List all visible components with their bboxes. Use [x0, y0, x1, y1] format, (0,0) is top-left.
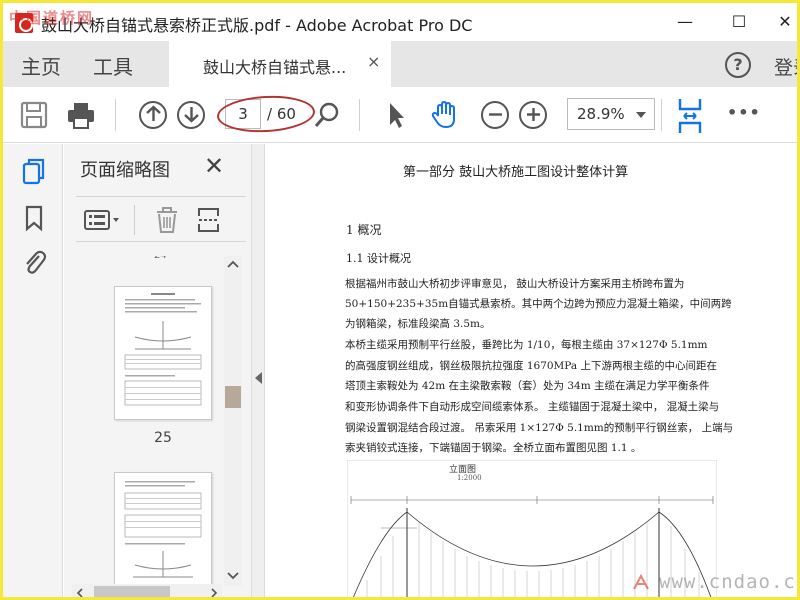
body-text-line: 本桥主缆采用预制平行丝股，垂跨比为 1/10，每根主缆由 37×127Φ 5.1… — [345, 339, 708, 351]
body-text-line: 根据福州市鼓山大桥初步评审意见， 鼓山大桥设计方案采用主桥跨布置为 — [345, 278, 685, 290]
options-menu-icon[interactable] — [84, 209, 122, 231]
body-text-line: 索夹销铰式连接，下端锚固于钢梁。全桥立面布置图见图 1.1 。 — [345, 442, 642, 454]
attachment-icon[interactable] — [21, 248, 47, 276]
body-text-line: 为钢箱梁，标准段梁高 3.5m。 — [345, 318, 491, 330]
next-page-button[interactable] — [177, 101, 205, 129]
toolbar: ••• — [3, 87, 797, 143]
scroll-right-icon[interactable] — [210, 588, 218, 598]
pane-toolbar-separator — [134, 205, 135, 235]
section-heading: 1 概况 — [346, 223, 382, 237]
collapse-arrow-icon — [255, 372, 262, 384]
subsection-heading: 1.1 设计概况 — [346, 252, 411, 265]
pane-title: 页面缩略图 — [80, 160, 170, 181]
minus-icon — [488, 113, 502, 116]
thumbnails-horizontal-scrollbar[interactable] — [72, 584, 222, 598]
close-pane-icon[interactable]: ✕ — [204, 152, 224, 180]
body-text-line: 的高强度钢丝组成，钢丝极限抗拉强度 1670MPa 上下游两根主缆的中心间距在 — [345, 360, 718, 372]
hand-tool-icon[interactable] — [429, 99, 461, 131]
more-tools-button[interactable]: ••• — [727, 103, 761, 135]
zoom-value: 28.9% — [577, 105, 625, 123]
bookmark-icon[interactable] — [21, 204, 47, 232]
chevron-down-icon — [636, 112, 646, 118]
title-bar: 鼓山大桥自锚式悬索桥正式版.pdf - Adobe Acrobat Pro DC… — [3, 3, 797, 41]
document-tab-label: 鼓山大桥自锚式悬... — [203, 58, 347, 77]
vertical-scrollbar-thumb[interactable] — [225, 386, 241, 408]
navigation-rail — [3, 144, 63, 597]
screenshot-frame: 鼓山大桥自锚式悬索桥正式版.pdf - Adobe Acrobat Pro DC… — [0, 0, 800, 600]
marquee-zoom-icon[interactable] — [313, 99, 341, 131]
body-text-line: 50+150+235+35m自锚式悬索桥。其中两个边跨为预应力混凝土箱梁，中间两… — [345, 298, 732, 310]
thumbnail-pane: 页面缩略图 ✕ 24 — [64, 144, 251, 598]
thumbnail-preview — [124, 481, 202, 578]
document-view[interactable]: 第一部分 鼓山大桥施工图设计整体计算 1 概况 1.1 设计概况 根据福州市鼓山… — [265, 144, 797, 597]
toolbar-separator — [359, 99, 360, 131]
scroll-left-icon[interactable] — [76, 588, 84, 598]
tab-tools[interactable]: 工具 — [93, 51, 133, 80]
pane-toolbar — [76, 196, 246, 242]
collapse-pane-handle[interactable] — [251, 144, 265, 597]
thumbnail-page-number: 25 — [154, 430, 172, 446]
arrow-up-icon — [145, 105, 161, 121]
thumbnail-label-previous: 24 — [154, 256, 167, 261]
thumbnails-vertical-scrollbar[interactable] — [224, 256, 242, 586]
scroll-up-icon[interactable] — [227, 260, 239, 268]
scroll-down-icon[interactable] — [227, 572, 239, 580]
tabs-row: 主页 工具 鼓山大桥自锚式悬... × ? 登录 — [3, 41, 797, 87]
save-icon[interactable] — [19, 99, 49, 131]
minimize-button[interactable]: — — [665, 9, 705, 35]
close-tab-icon[interactable]: × — [367, 52, 380, 71]
select-cursor-icon[interactable] — [385, 99, 407, 131]
tab-home[interactable]: 主页 — [21, 51, 61, 80]
zoom-select[interactable]: 28.9% — [567, 98, 655, 130]
arrow-down-icon — [183, 107, 199, 123]
page-thumbnail[interactable] — [114, 286, 212, 420]
delete-page-icon[interactable] — [154, 206, 180, 234]
zoom-in-button[interactable] — [519, 101, 547, 129]
body-text-line: 和变形协调条件下自动形成空间缆索体系。 主缆锚固于混凝土梁中， 混凝土梁与 — [345, 401, 720, 413]
window-title: 鼓山大桥自锚式悬索桥正式版.pdf - Adobe Acrobat Pro DC — [41, 16, 473, 35]
close-window-button[interactable]: ✕ — [765, 9, 797, 35]
page-total-label: / 60 — [267, 105, 296, 123]
login-button[interactable]: 登录 — [774, 53, 797, 80]
toolbar-separator — [661, 99, 662, 131]
body-text-line: 钢梁设置钢混结合段过渡。 吊索采用 1×127Φ 5.1mm的预制平行钢丝索， … — [345, 422, 734, 434]
acrobat-app-icon — [15, 13, 33, 33]
thumbnail-preview — [124, 293, 202, 406]
extract-pages-icon[interactable] — [196, 206, 222, 234]
body-text-line: 塔顶主索鞍处为 42m 在主梁散索鞍（套）处为 34m 主缆在满足力学平衡条件 — [345, 380, 710, 392]
page-thumbnails-icon[interactable] — [21, 158, 47, 186]
help-icon[interactable]: ? — [725, 52, 751, 78]
tab-document[interactable]: 鼓山大桥自锚式悬... × — [169, 41, 391, 87]
plus-icon — [526, 108, 540, 121]
fit-page-icon[interactable] — [676, 97, 704, 135]
zoom-out-button[interactable] — [481, 101, 509, 129]
print-icon[interactable] — [65, 99, 97, 131]
page-thumbnail[interactable] — [114, 472, 212, 597]
page-number-input[interactable]: 3 — [225, 99, 261, 129]
previous-page-button[interactable] — [139, 101, 167, 129]
bridge-elevation-figure — [347, 460, 717, 597]
maximize-button[interactable]: ☐ — [719, 9, 759, 35]
horizontal-scrollbar-thumb[interactable] — [94, 586, 170, 597]
document-part-heading: 第一部分 鼓山大桥施工图设计整体计算 — [403, 165, 629, 180]
toolbar-separator — [115, 99, 116, 131]
thumbnails-list: 24 25 — [64, 256, 224, 597]
